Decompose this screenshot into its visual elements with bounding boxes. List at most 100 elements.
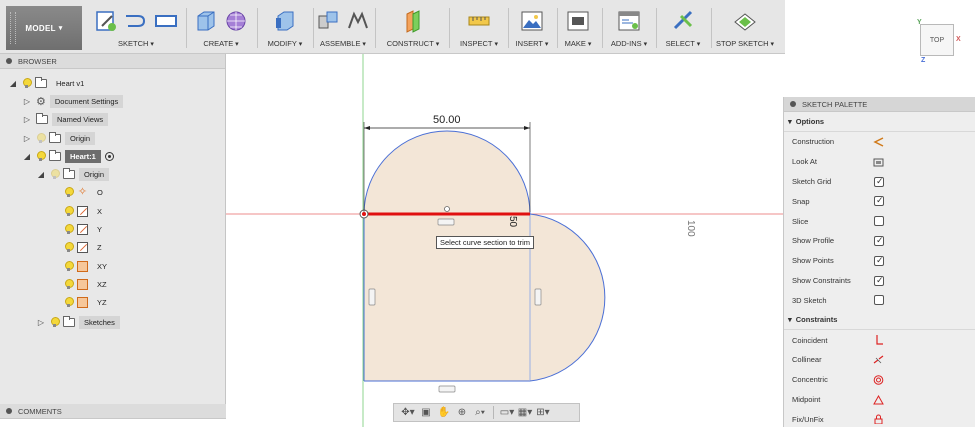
midpoint-icon[interactable] (873, 394, 884, 405)
tree-item-document-settings[interactable]: ▷ ⚙ Document Settings (22, 93, 124, 109)
construct-menu-label[interactable]: CONSTRUCT (380, 39, 446, 48)
horizontal-constraint-bottom-icon[interactable] (438, 385, 456, 393)
tangent-constraint-icon[interactable] (534, 288, 542, 306)
collapsed-triangle-icon[interactable]: ▷ (22, 134, 32, 143)
scripts-addins-icon[interactable] (617, 8, 641, 34)
measure-icon[interactable] (467, 8, 491, 34)
collapsed-triangle-icon[interactable]: ▷ (22, 97, 32, 106)
3d-sketch-checkbox[interactable] (874, 295, 884, 306)
option-show-constraints[interactable]: Show Constraints (784, 271, 975, 291)
option-construction[interactable]: Construction (784, 132, 975, 152)
palette-header[interactable]: SKETCH PALETTE (784, 97, 975, 112)
lightbulb-icon[interactable] (64, 241, 74, 253)
slice-checkbox[interactable] (874, 216, 884, 227)
addins-group[interactable]: ADD-INS (605, 4, 653, 52)
lightbulb-icon[interactable] (64, 296, 74, 308)
lightbulb-icon[interactable] (64, 278, 74, 290)
select-menu-label[interactable]: SELECT (658, 39, 708, 48)
insert-menu-label[interactable]: INSERT (510, 39, 554, 48)
stop-sketch-group[interactable]: STOP SKETCH (712, 4, 778, 52)
select-group[interactable]: SELECT (658, 4, 708, 52)
options-section-header[interactable]: ▾ Options (784, 112, 975, 132)
option-look-at[interactable]: Look At (784, 152, 975, 172)
modify-menu-label[interactable]: MODIFY (258, 39, 312, 48)
grid-settings-icon[interactable]: ▦▾ (517, 406, 533, 419)
origin-point[interactable] (359, 209, 369, 219)
activate-radio-icon[interactable] (104, 151, 114, 161)
constraint-midpoint[interactable]: Midpoint (784, 390, 975, 410)
workspace-switcher-button[interactable]: MODEL ▾ (6, 6, 82, 50)
insert-group[interactable]: INSERT (510, 4, 554, 52)
expanded-triangle-icon[interactable]: ◢ (22, 152, 32, 161)
expanded-triangle-icon[interactable]: ◢ (36, 170, 46, 179)
offset-plane-icon[interactable] (401, 8, 425, 34)
right-arc[interactable] (529, 213, 606, 382)
look-at-icon[interactable]: ▣ (418, 406, 434, 419)
tree-label[interactable]: XY (92, 260, 112, 273)
lightbulb-icon[interactable] (64, 223, 74, 235)
display-settings-icon[interactable]: ▭▾ (499, 406, 515, 419)
tree-label[interactable]: Z (92, 241, 107, 254)
press-pull-icon[interactable] (273, 8, 297, 34)
create-sketch-icon[interactable] (94, 8, 118, 34)
tree-label[interactable]: Heart v1 (51, 77, 89, 90)
constraint-concentric[interactable]: Concentric (784, 370, 975, 390)
option-snap[interactable]: Snap (784, 191, 975, 211)
new-component-icon[interactable] (316, 8, 340, 34)
pan-hand-icon[interactable]: ✋ (436, 406, 452, 419)
constraint-coincident[interactable]: Coincident (784, 330, 975, 350)
tree-item-heart-1[interactable]: ◢ Heart:1 (22, 148, 114, 164)
constraints-section-header[interactable]: ▾ Constraints (784, 310, 975, 331)
rectangle-tool-icon[interactable] (154, 8, 178, 34)
option-sketch-grid[interactable]: Sketch Grid (784, 172, 975, 192)
tree-label[interactable]: Document Settings (49, 94, 124, 108)
browser-header[interactable]: BROWSER (0, 54, 225, 69)
lightbulb-icon[interactable] (36, 132, 46, 144)
tree-label[interactable]: XZ (92, 278, 112, 291)
show-profile-checkbox[interactable] (874, 235, 884, 246)
make-group[interactable]: MAKE (558, 4, 598, 52)
concentric-icon[interactable] (873, 374, 884, 385)
view-cube[interactable]: TOP (920, 24, 954, 56)
tree-item-sketches[interactable]: ▷ Sketches (36, 314, 120, 330)
tree-item-origin[interactable]: ▷ Origin (22, 130, 96, 146)
tree-label[interactable]: Sketches (79, 315, 120, 329)
inspect-group[interactable]: INSPECT (452, 4, 506, 52)
collapse-dot-icon[interactable] (790, 101, 796, 107)
comments-header[interactable]: COMMENTS (0, 404, 226, 419)
tree-label[interactable]: Origin (65, 131, 96, 145)
lock-icon[interactable] (873, 414, 884, 425)
construction-icon[interactable] (873, 137, 884, 147)
snap-checkbox[interactable] (874, 195, 884, 207)
lightbulb-icon[interactable] (64, 186, 74, 198)
lightbulb-icon[interactable] (22, 77, 32, 89)
stop-sketch-label[interactable]: STOP SKETCH (712, 39, 778, 48)
constraint-collinear[interactable]: Collinear (784, 350, 975, 370)
tree-item-origin-point[interactable]: ✧ O (64, 184, 108, 200)
top-arc[interactable] (363, 130, 531, 215)
lightbulb-icon[interactable] (50, 316, 60, 328)
tree-item-y-axis[interactable]: Y (64, 221, 107, 237)
lightbulb-icon[interactable] (64, 205, 74, 217)
tree-item-xz-plane[interactable]: XZ (64, 276, 112, 292)
tree-item-named-views[interactable]: ▷ Named Views (22, 111, 109, 127)
make-menu-label[interactable]: MAKE (558, 39, 598, 48)
joint-icon[interactable] (346, 8, 370, 34)
tree-item-x-axis[interactable]: X (64, 203, 107, 219)
tree-item-z-axis[interactable]: Z (64, 239, 107, 255)
tree-label[interactable]: Origin (79, 167, 110, 181)
sketch-grid-checkbox[interactable] (874, 176, 884, 187)
assemble-menu-label[interactable]: ASSEMBLE (314, 39, 372, 48)
dimension-text-mid[interactable]: 50 (507, 216, 518, 227)
sketch-menu-label[interactable]: SKETCH (88, 39, 184, 48)
pattern-icon[interactable] (224, 8, 248, 34)
zoom-icon[interactable]: ⊕ (454, 406, 470, 419)
inspect-menu-label[interactable]: INSPECT (452, 39, 506, 48)
tree-item-origin-sub[interactable]: ◢ Origin (36, 166, 110, 182)
collapse-dot-icon[interactable] (6, 58, 12, 64)
viewports-icon[interactable]: ⊞▾ (535, 406, 551, 419)
fit-zoom-icon[interactable]: ⌕▾ (472, 406, 488, 419)
lightbulb-icon[interactable] (36, 150, 46, 162)
tree-item-xy-plane[interactable]: XY (64, 258, 112, 274)
expanded-triangle-icon[interactable]: ◢ (8, 79, 18, 88)
